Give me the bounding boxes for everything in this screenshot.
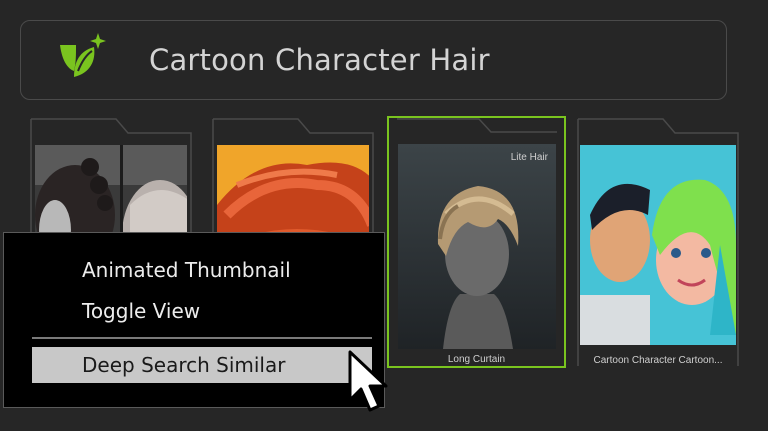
hair-thumbnail-image: Lite Hair [398, 144, 556, 349]
search-bar[interactable]: Cartoon Character Hair [20, 20, 727, 100]
card-caption: Cartoon Character Cartoon... [593, 355, 723, 366]
lite-hair-badge: Lite Hair [510, 152, 548, 163]
result-card-selected[interactable]: Lite Hair Long Curtain [387, 116, 566, 368]
result-card[interactable]: Cartoon Character Cartoon... [577, 117, 739, 367]
menu-item-animated-thumbnail[interactable]: Animated Thumbnail [32, 252, 372, 288]
hair-thumbnail-image [580, 145, 736, 345]
context-menu: Animated Thumbnail Toggle View Deep Sear… [3, 232, 385, 408]
menu-divider [32, 337, 372, 339]
menu-item-toggle-view[interactable]: Toggle View [32, 293, 372, 329]
menu-item-deep-search-similar[interactable]: Deep Search Similar [32, 347, 372, 383]
search-query[interactable]: Cartoon Character Hair [149, 43, 490, 77]
app-logo-icon [60, 33, 106, 77]
mouse-pointer-icon [348, 350, 388, 412]
card-caption: Long Curtain [447, 354, 506, 365]
